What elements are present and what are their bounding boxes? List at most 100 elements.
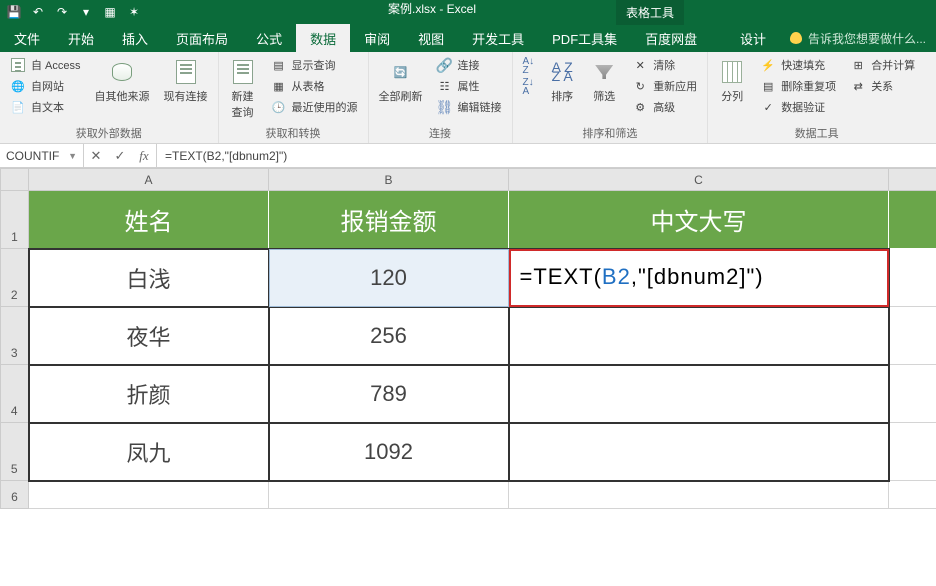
sort-asc-button[interactable]: A↓Z — [521, 56, 537, 76]
sort-button[interactable]: A ZZ A排序 — [546, 56, 578, 106]
select-all-corner[interactable] — [1, 169, 29, 191]
remove-duplicates-button[interactable]: ▤删除重复项 — [758, 77, 838, 95]
save-icon[interactable]: 💾 — [6, 4, 22, 20]
consolidate-button[interactable]: ⊞合并计算 — [848, 56, 917, 74]
redo-icon[interactable]: ↷ — [54, 4, 70, 20]
document-title: 案例.xlsx - Excel — [388, 0, 476, 25]
formula-bar-buttons: ✕ ✓ fx — [84, 144, 157, 167]
group-data-tools: 分列 ⚡快速填充 ▤删除重复项 ✓数据验证 ⊞合并计算 ⇄关系 数据工具 — [708, 52, 925, 143]
cell-empty[interactable] — [889, 365, 936, 423]
cell-c5[interactable] — [509, 423, 889, 481]
insert-function-button[interactable]: fx — [132, 148, 156, 164]
row-header-2[interactable]: 2 — [1, 249, 29, 307]
tab-developer[interactable]: 开发工具 — [458, 24, 538, 52]
tab-layout[interactable]: 页面布局 — [162, 24, 242, 52]
undo-icon[interactable]: ↶ — [30, 4, 46, 20]
advanced-filter-button[interactable]: ⚙高级 — [630, 98, 699, 116]
cell-a5[interactable]: 凤九 — [29, 423, 269, 481]
from-access-button[interactable]: 自 Access — [8, 56, 83, 74]
row-header-4[interactable]: 4 — [1, 365, 29, 423]
connections-button[interactable]: 🔗连接 — [435, 56, 504, 74]
properties-button[interactable]: ☷属性 — [435, 77, 504, 95]
column-header-extra[interactable] — [889, 169, 936, 191]
group-get-transform: 新建 查询 ▤显示查询 ▦从表格 🕒最近使用的源 获取和转换 — [219, 52, 369, 143]
qat-extra-icon[interactable]: ▦ — [102, 4, 118, 20]
recent-sources-button[interactable]: 🕒最近使用的源 — [269, 98, 360, 116]
formula-bar: COUNTIF ▼ ✕ ✓ fx =TEXT(B2,"[dbnum2]") — [0, 144, 936, 168]
formula-suffix: ,"[dbnum2]") — [631, 264, 764, 289]
tab-baidu[interactable]: 百度网盘 — [631, 24, 711, 52]
cell-a4[interactable]: 折颜 — [29, 365, 269, 423]
cell-b3[interactable]: 256 — [269, 307, 509, 365]
tell-me-placeholder: 告诉我您想要做什么... — [808, 30, 926, 47]
cancel-formula-button[interactable]: ✕ — [84, 148, 108, 164]
reapply-button[interactable]: ↻重新应用 — [630, 77, 699, 95]
column-header-c[interactable]: C — [509, 169, 889, 191]
flash-fill-button[interactable]: ⚡快速填充 — [758, 56, 838, 74]
edit-links-button[interactable]: ⛓编辑链接 — [435, 98, 504, 116]
cell-empty[interactable] — [889, 423, 936, 481]
cell-b4[interactable]: 789 — [269, 365, 509, 423]
cell-b2[interactable]: 120 — [269, 249, 509, 307]
new-query-button[interactable]: 新建 查询 — [227, 56, 259, 122]
from-table-button[interactable]: ▦从表格 — [269, 77, 360, 95]
header-amount[interactable]: 报销金额 — [269, 191, 509, 249]
cell-c4[interactable] — [509, 365, 889, 423]
cell-b6[interactable] — [269, 481, 509, 509]
from-text-button[interactable]: 📄自文本 — [8, 98, 83, 116]
filter-button[interactable]: 筛选 — [588, 56, 620, 106]
cell-c2-editing[interactable]: =TEXT(B2,"[dbnum2]") — [509, 249, 889, 307]
row-header-5[interactable]: 5 — [1, 423, 29, 481]
refresh-all-button[interactable]: 🔄全部刷新 — [377, 56, 425, 106]
column-header-a[interactable]: A — [29, 169, 269, 191]
header-name[interactable]: 姓名 — [29, 191, 269, 249]
text-to-columns-button[interactable]: 分列 — [716, 56, 748, 106]
tab-home[interactable]: 开始 — [54, 24, 108, 52]
tab-formulas[interactable]: 公式 — [242, 24, 296, 52]
cell-b5[interactable]: 1092 — [269, 423, 509, 481]
header-chinese[interactable]: 中文大写 — [509, 191, 889, 249]
tab-file[interactable]: 文件 — [0, 24, 54, 52]
group-label-external-data: 获取外部数据 — [8, 123, 210, 141]
quick-access-toolbar: 💾 ↶ ↷ ▾ ▦ ✶ — [6, 4, 142, 20]
from-web-button[interactable]: 🌐自网站 — [8, 77, 83, 95]
tab-review[interactable]: 审阅 — [350, 24, 404, 52]
sort-desc-button[interactable]: Z↓A — [521, 77, 537, 97]
formula-input[interactable]: =TEXT(B2,"[dbnum2]") — [157, 144, 936, 167]
tab-data[interactable]: 数据 — [296, 24, 350, 52]
cell-empty[interactable] — [889, 481, 936, 509]
column-header-b[interactable]: B — [269, 169, 509, 191]
clear-filter-button[interactable]: ✕清除 — [630, 56, 699, 74]
cell-a2[interactable]: 白浅 — [29, 249, 269, 307]
tab-design[interactable]: 设计 — [726, 24, 780, 52]
row-header-3[interactable]: 3 — [1, 307, 29, 365]
cell-empty[interactable] — [889, 191, 936, 249]
name-box[interactable]: COUNTIF ▼ — [0, 144, 84, 167]
row-header-1[interactable]: 1 — [1, 191, 29, 249]
show-queries-button[interactable]: ▤显示查询 — [269, 56, 360, 74]
tab-insert[interactable]: 插入 — [108, 24, 162, 52]
cell-a3[interactable]: 夜华 — [29, 307, 269, 365]
from-other-button[interactable]: 自其他来源 — [93, 56, 152, 106]
qat-extra2-icon[interactable]: ✶ — [126, 4, 142, 20]
data-validation-button[interactable]: ✓数据验证 — [758, 98, 838, 116]
tab-pdf[interactable]: PDF工具集 — [538, 24, 631, 52]
cell-c3[interactable] — [509, 307, 889, 365]
cell-empty[interactable] — [889, 249, 936, 307]
existing-connections-button[interactable]: 现有连接 — [162, 56, 210, 106]
cell-c6[interactable] — [509, 481, 889, 509]
formula-ref: B2 — [602, 264, 631, 289]
window-title: 案例.xlsx - Excel 表格工具 — [142, 0, 930, 25]
cell-a6[interactable] — [29, 481, 269, 509]
relationships-button[interactable]: ⇄关系 — [848, 77, 917, 95]
name-box-value: COUNTIF — [6, 149, 59, 163]
tab-view[interactable]: 视图 — [404, 24, 458, 52]
formula-text: =TEXT(B2,"[dbnum2]") — [165, 149, 287, 163]
name-box-dropdown-icon[interactable]: ▼ — [68, 151, 77, 161]
cell-empty[interactable] — [889, 307, 936, 365]
row-header-6[interactable]: 6 — [1, 481, 29, 509]
spreadsheet-grid[interactable]: A B C 1 姓名 报销金额 中文大写 2 白浅 120 =TEXT(B2,"… — [0, 168, 936, 509]
qat-more-icon[interactable]: ▾ — [78, 4, 94, 20]
tell-me-search[interactable]: 告诉我您想要做什么... — [780, 24, 936, 52]
enter-formula-button[interactable]: ✓ — [108, 148, 132, 164]
